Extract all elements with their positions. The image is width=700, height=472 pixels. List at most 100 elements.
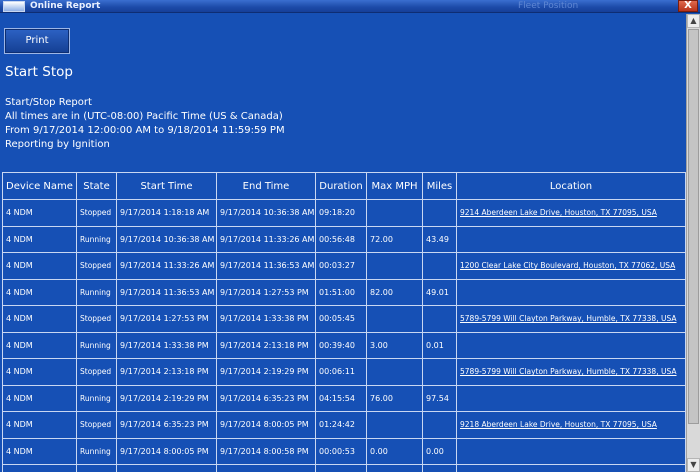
table-body: 4 NDM Stopped 9/17/2014 1:18:18 AM 9/17/201… <box>2 199 686 472</box>
cell-end-time: 9/17/2014 6:35:23 PM <box>216 384 316 412</box>
cell-start-time: 9/17/2014 10:36:38 AM <box>116 225 217 253</box>
cell-duration: 00:03:27 <box>315 252 367 280</box>
timezone-note: All times are in (UTC-08:00) Pacific Tim… <box>5 111 283 122</box>
cell-end-time: 9/17/2014 2:19:29 PM <box>216 358 316 386</box>
location-link[interactable]: 5789-5799 Will Clayton Parkway, Humble, … <box>456 305 686 333</box>
cell-max-mph <box>366 464 423 472</box>
cell-miles: 97.54 <box>422 384 457 412</box>
scroll-up-arrow-icon[interactable]: ▲ <box>687 14 700 28</box>
cell-state: Running <box>76 278 117 306</box>
cell-max-mph: 72.00 <box>366 225 423 253</box>
cell-miles <box>422 358 457 386</box>
cell-start-time: 9/17/2014 8:00:05 PM <box>116 437 217 465</box>
table-row: 4 NDM Stopped 9/17/2014 1:27:53 PM 9/17/201… <box>2 305 686 333</box>
cell-max-mph: 0.00 <box>366 437 423 465</box>
start-stop-table: Device Name State Start Time End Time Durati… <box>2 172 686 472</box>
report-window: Online Report Fleet Position X Print Sta… <box>0 0 700 472</box>
cell-location <box>456 278 686 306</box>
table-row: 4 NDM Running 9/17/2014 8:00:05 PM 9/17/201… <box>2 437 686 465</box>
cell-duration: 01:51:00 <box>315 278 367 306</box>
cell-state: Running <box>76 225 117 253</box>
cell-duration: 00:06:11 <box>315 358 367 386</box>
cell-start-time: 9/17/2014 11:36:53 AM <box>116 278 217 306</box>
column-header-max-mph: Max MPH <box>366 172 423 200</box>
cell-start-time: 9/17/2014 11:33:26 AM <box>116 252 217 280</box>
cell-state: Stopped <box>76 252 117 280</box>
cell-duration: 00:00:53 <box>315 437 367 465</box>
cell-duration: 00:05:45 <box>315 305 367 333</box>
cell-state: Running <box>76 331 117 359</box>
table-row: 4 NDM Stopped 9/17/2014 1:18:18 AM 9/17/201… <box>2 199 686 227</box>
cell-location <box>456 384 686 412</box>
cell-end-time: 9/17/2014 8:00:58 PM <box>216 437 316 465</box>
cell-miles: 0.00 <box>422 437 457 465</box>
scroll-down-arrow-icon[interactable]: ▼ <box>687 458 700 472</box>
cell-device-name <box>2 464 77 472</box>
cell-end-time: 9/17/2014 11:36:53 AM <box>216 252 316 280</box>
cell-max-mph <box>366 252 423 280</box>
cell-state: Running <box>76 384 117 412</box>
cell-miles <box>422 252 457 280</box>
cell-state: Running <box>76 437 117 465</box>
cell-miles <box>422 305 457 333</box>
report-name: Start/Stop Report <box>5 97 92 108</box>
cell-state: Stopped <box>76 199 117 227</box>
print-button[interactable]: Print <box>4 28 70 54</box>
cell-state: Stopped <box>76 358 117 386</box>
table-row: 4 NDM Running 9/17/2014 1:33:38 PM 9/17/201… <box>2 331 686 359</box>
cell-end-time: 9/17/2014 11:33:26 AM <box>216 225 316 253</box>
cell-device-name: 4 NDM <box>2 305 77 333</box>
cell-device-name: 4 NDM <box>2 252 77 280</box>
location-link[interactable]: 9214 Aberdeen Lake Drive, Houston, TX 77… <box>456 199 686 227</box>
table-row: 4 NDM Stopped 9/17/2014 2:13:18 PM 9/17/201… <box>2 358 686 386</box>
cell-location <box>456 225 686 253</box>
cell-device-name: 4 NDM <box>2 331 77 359</box>
cell-device-name: 4 NDM <box>2 199 77 227</box>
cell-miles <box>422 411 457 439</box>
vertical-scrollbar[interactable]: ▲ ▼ <box>686 14 700 472</box>
cell-max-mph: 82.00 <box>366 278 423 306</box>
cell-duration: 00:56:48 <box>315 225 367 253</box>
cell-start-time: 9/17/2014 6:35:23 PM <box>116 411 217 439</box>
cell-miles: 0.01 <box>422 331 457 359</box>
reporting-mode: Reporting by Ignition <box>5 139 110 150</box>
cell-max-mph <box>366 411 423 439</box>
cell-device-name: 4 NDM <box>2 437 77 465</box>
location-link[interactable]: 1200 Clear Lake City Boulevard, Houston,… <box>456 252 686 280</box>
table-row <box>2 464 686 472</box>
cell-location <box>456 331 686 359</box>
location-link[interactable]: 9218 Aberdeen Lake Drive, Houston, TX 77… <box>456 411 686 439</box>
cell-start-time: 9/17/2014 2:19:29 PM <box>116 384 217 412</box>
cell-end-time: 9/17/2014 1:27:53 PM <box>216 278 316 306</box>
table-row: 4 NDM Running 9/17/2014 11:36:53 AM 9/17/20… <box>2 278 686 306</box>
date-range: From 9/17/2014 12:00:00 AM to 9/18/2014 … <box>5 125 285 136</box>
column-header-miles: Miles <box>422 172 457 200</box>
cell-start-time: 9/17/2014 1:18:18 AM <box>116 199 217 227</box>
window-title: Online Report <box>30 1 101 11</box>
cell-duration: 00:39:40 <box>315 331 367 359</box>
table-row: 4 NDM Stopped 9/17/2014 6:35:23 PM 9/17/201… <box>2 411 686 439</box>
cell-state: Stopped <box>76 305 117 333</box>
column-header-location: Location <box>456 172 686 200</box>
cell-location <box>456 437 686 465</box>
cell-miles: 43.49 <box>422 225 457 253</box>
cell-device-name: 4 NDM <box>2 225 77 253</box>
scrollbar-thumb[interactable] <box>688 29 699 424</box>
page-title: Start Stop <box>5 64 73 80</box>
background-window-title: Fleet Position <box>518 1 579 11</box>
table-row: 4 NDM Running 9/17/2014 2:19:29 PM 9/17/201… <box>2 384 686 412</box>
cell-end-time: 9/17/2014 1:33:38 PM <box>216 305 316 333</box>
table-row: 4 NDM Running 9/17/2014 10:36:38 AM 9/17/20… <box>2 225 686 253</box>
app-icon <box>3 1 25 12</box>
cell-duration <box>315 464 367 472</box>
cell-device-name: 4 NDM <box>2 384 77 412</box>
cell-start-time <box>116 464 217 472</box>
cell-duration: 04:15:54 <box>315 384 367 412</box>
cell-duration: 09:18:20 <box>315 199 367 227</box>
cell-location <box>456 464 686 472</box>
cell-device-name: 4 NDM <box>2 358 77 386</box>
cell-state: Stopped <box>76 411 117 439</box>
location-link[interactable]: 5789-5799 Will Clayton Parkway, Humble, … <box>456 358 686 386</box>
column-header-start-time: Start Time <box>116 172 217 200</box>
close-button[interactable]: X <box>678 0 698 12</box>
